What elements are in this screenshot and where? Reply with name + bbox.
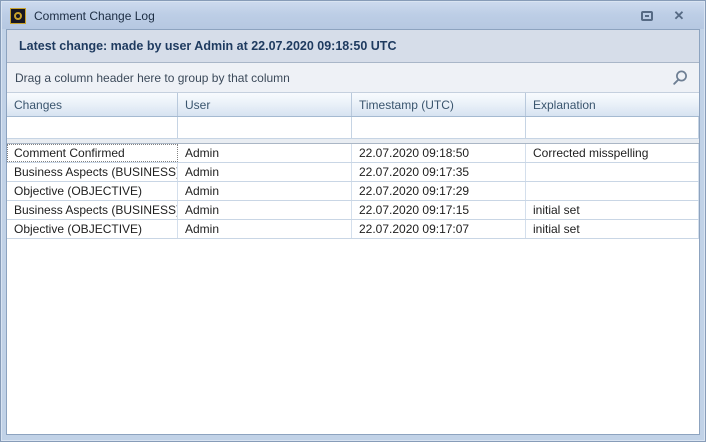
window-controls: ✕ [638,8,696,24]
table-row[interactable]: Business Aspects (BUSINESS) Admin 22.07.… [7,163,699,182]
column-header-user[interactable]: User [178,93,352,116]
column-header-row: Changes User Timestamp (UTC) Explanation [7,93,699,117]
filter-cell-timestamp[interactable] [352,117,526,138]
latest-change-text: Latest change: made by user Admin at 22.… [19,39,396,53]
group-by-panel[interactable]: Drag a column header here to group by th… [7,63,699,93]
dialog-client-area: Latest change: made by user Admin at 22.… [6,29,700,435]
close-icon: ✕ [674,9,685,22]
restore-button[interactable] [638,8,656,24]
cell-explanation[interactable]: initial set [526,201,699,219]
ring-logo-icon [14,12,22,20]
grid-empty-area [7,239,699,434]
cell-timestamp[interactable]: 22.07.2020 09:17:35 [352,163,526,181]
cell-timestamp[interactable]: 22.07.2020 09:17:15 [352,201,526,219]
filter-cell-explanation[interactable] [526,117,699,138]
table-row[interactable]: Comment Confirmed Admin 22.07.2020 09:18… [7,144,699,163]
cell-timestamp[interactable]: 22.07.2020 09:17:29 [352,182,526,200]
window-comment-change-log: Comment Change Log ✕ Latest change: made… [0,0,706,442]
table-row[interactable]: Objective (OBJECTIVE) Admin 22.07.2020 0… [7,182,699,201]
close-button[interactable]: ✕ [670,8,688,24]
table-row[interactable]: Business Aspects (BUSINESS) Admin 22.07.… [7,201,699,220]
cell-changes[interactable]: Business Aspects (BUSINESS) [7,201,178,219]
cell-changes[interactable]: Objective (OBJECTIVE) [7,220,178,238]
search-button[interactable] [669,67,691,89]
cell-user[interactable]: Admin [178,144,352,162]
cell-changes[interactable]: Comment Confirmed [7,144,178,162]
cell-changes[interactable]: Objective (OBJECTIVE) [7,182,178,200]
cell-changes[interactable]: Business Aspects (BUSINESS) [7,163,178,181]
latest-change-banner: Latest change: made by user Admin at 22.… [7,30,699,63]
app-icon [10,8,26,24]
cell-explanation[interactable] [526,163,699,181]
cell-explanation[interactable] [526,182,699,200]
filter-row [7,117,699,139]
title-bar[interactable]: Comment Change Log ✕ [2,2,704,29]
cell-user[interactable]: Admin [178,182,352,200]
column-header-timestamp[interactable]: Timestamp (UTC) [352,93,526,116]
magnifier-icon [671,69,689,87]
cell-timestamp[interactable]: 22.07.2020 09:18:50 [352,144,526,162]
cell-user[interactable]: Admin [178,163,352,181]
column-header-explanation[interactable]: Explanation [526,93,699,116]
restore-icon [641,11,653,21]
filter-cell-user[interactable] [178,117,352,138]
table-row[interactable]: Objective (OBJECTIVE) Admin 22.07.2020 0… [7,220,699,239]
window-title: Comment Change Log [34,9,638,23]
cell-user[interactable]: Admin [178,220,352,238]
filter-cell-changes[interactable] [7,117,178,138]
cell-user[interactable]: Admin [178,201,352,219]
cell-explanation[interactable]: initial set [526,220,699,238]
cell-explanation[interactable]: Corrected misspelling [526,144,699,162]
group-by-hint: Drag a column header here to group by th… [15,71,669,85]
column-header-changes[interactable]: Changes [7,93,178,116]
cell-timestamp[interactable]: 22.07.2020 09:17:07 [352,220,526,238]
